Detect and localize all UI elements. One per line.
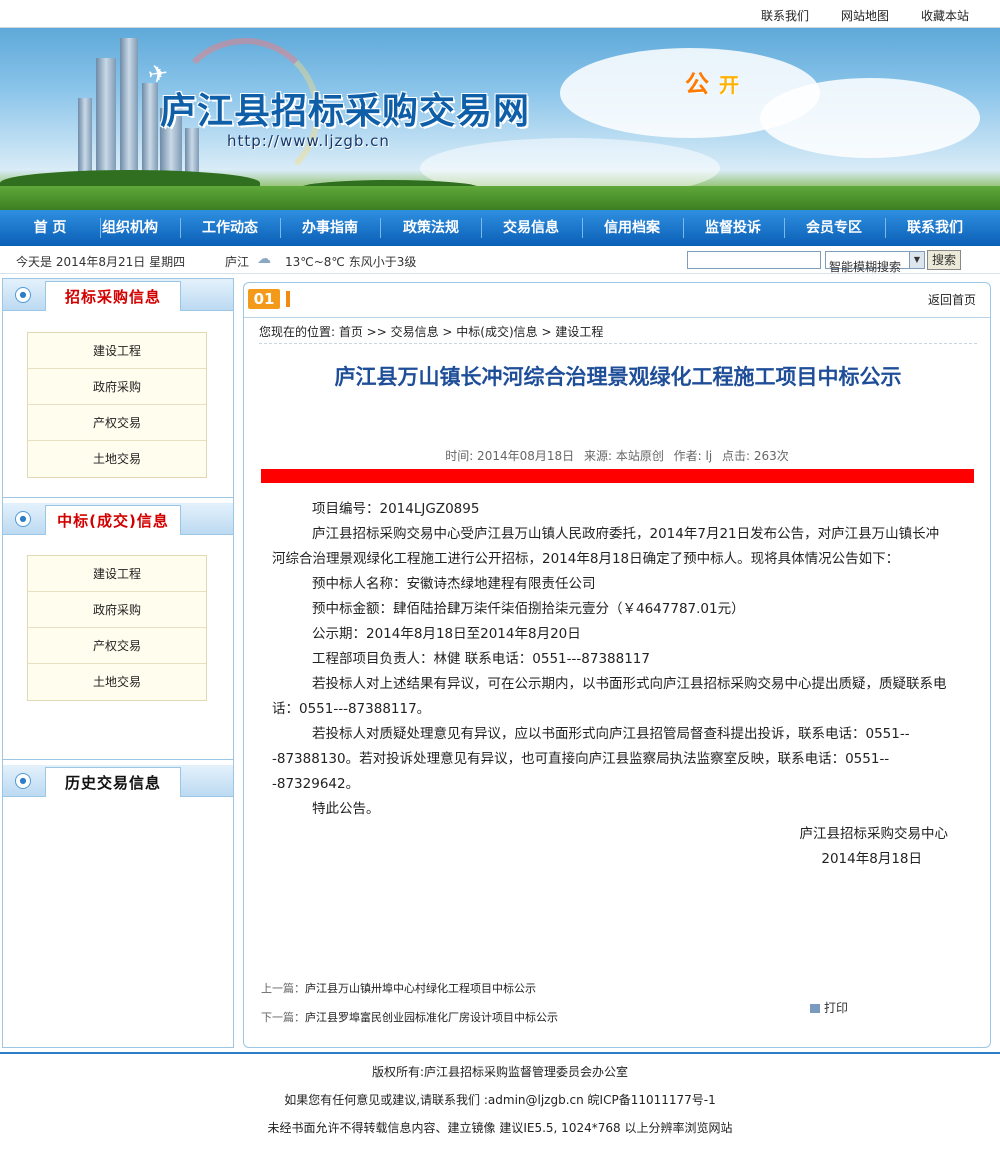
print-button[interactable]: 打印 [810,999,848,1016]
nav-policy[interactable]: 政策法规 [381,210,481,246]
main-nav: 首 页 组织机构 工作动态 办事指南 政策法规 交易信息 信用档案 监督投诉 会… [0,210,1000,246]
sidebar-box-header: ● 历史交易信息 [3,765,233,797]
slogan-sub: 开 [719,73,739,97]
article-paragraph: 若投标人对质疑处理意见有异议，应以书面形式向庐江县招管局督查科提出投诉，联系电话… [272,726,910,792]
chevron-down-icon: ▼ [909,252,924,268]
article-paragraph: 若投标人对上述结果有异议，可在公示期内，以书面形式向庐江县招标采购交易中心提出质… [272,676,947,717]
site-url: http://www.ljzgb.cn [227,132,390,150]
article-paragraph: 项目编号：2014LJGZ0895 [312,501,480,517]
building-graphic [120,38,138,188]
article-paragraph: 预中标人名称：安徽诗杰绿地建程有限责任公司 [312,576,596,592]
nav-guide[interactable]: 办事指南 [280,210,380,246]
article-paragraph: 庐江县招标采购交易中心受庐江县万山镇人民政府委托，2014年7月21日发布公告，… [272,526,940,567]
footer-contact: 如果您有任何意见或建议,请联系我们 :admin@ljzgb.cn 皖ICP备1… [284,1093,716,1107]
article-paragraph: 预中标金额：肆佰陆拾肆万柒仟柒佰捌拾柒元壹分（￥4647787.01元） [312,601,745,617]
nav-trade-info[interactable]: 交易信息 [481,210,581,246]
sidebar-item-land-trade[interactable]: 土地交易 [28,664,206,700]
sidebar-item-land-trade[interactable]: 土地交易 [28,441,206,477]
sidebar-list: 建设工程 政府采购 产权交易 土地交易 [27,555,207,701]
meta-time: 时间: 2014年08月18日 [445,449,575,463]
footer: 版权所有:庐江县招标采购监督管理委员会办公室 如果您有任何意见或建议,请联系我们… [0,1058,1000,1142]
nav-contact[interactable]: 联系我们 [885,210,985,246]
article-paragraph: 工程部项目负责人：林健 联系电话：0551---87388117 [312,651,650,667]
circle-arrow-icon: ● [15,511,31,527]
sidebar-divider [3,497,233,498]
cloud-icon: ☁ [257,251,271,267]
search-button[interactable]: 搜索 [927,250,961,270]
section-number-badge: 01 [248,289,280,309]
panel-divider [244,317,990,318]
contact-us-link[interactable]: 联系我们 [761,7,809,24]
sidebar-divider [3,759,233,760]
sidebar-item-property-trade[interactable]: 产权交易 [28,405,206,441]
sidebar-box-header: ● 中标(成交)信息 [3,503,233,535]
sidebar-box-title: 招标采购信息 [45,281,181,311]
slogan-main: 公 [685,70,709,98]
badge-accent [286,291,290,307]
site-map-link[interactable]: 网站地图 [841,7,889,24]
back-home-link[interactable]: 返回首页 [928,291,976,308]
footer-notice: 未经书面允许不得转载信息内容、建立镜像 建议IE5.5, 1024*768 以上… [267,1121,733,1135]
footer-copyright: 版权所有:庐江县招标采购监督管理委员会办公室 [371,1065,629,1079]
sidebar-item-construction[interactable]: 建设工程 [28,556,206,592]
circle-arrow-icon: ● [15,287,31,303]
cloud-decoration [760,78,980,158]
article-panel: 01 返回首页 您现在的位置: 首页 >> 交易信息 > 中标(成交)信息 > … [243,282,991,1048]
site-title: 庐江县招标采购交易网 [160,90,531,132]
sidebar-box-title: 中标(成交)信息 [45,505,181,535]
printer-icon [810,1004,820,1013]
breadcrumb-divider [259,343,977,344]
building-graphic [96,58,116,188]
sidebar-list: 建设工程 政府采购 产权交易 土地交易 [27,332,207,478]
article-paragraph: 公示期：2014年8月18日至2014年8月20日 [312,626,581,642]
meta-author: 作者: lj [673,449,713,463]
red-divider-bar [261,469,974,483]
sidebar-item-gov-procurement[interactable]: 政府采购 [28,369,206,405]
nav-supervision[interactable]: 监督投诉 [683,210,783,246]
bookmark-link[interactable]: 收藏本站 [921,7,969,24]
info-bar: 今天是 2014年8月21日 星期四 庐江 ☁ 13℃~8℃ 东风小于3级 智能… [0,246,1000,274]
article-body: 项目编号：2014LJGZ0895 庐江县招标采购交易中心受庐江县万山镇人民政府… [272,497,950,872]
next-label: 下一篇： [261,1011,305,1024]
sidebar-item-gov-procurement[interactable]: 政府采购 [28,592,206,628]
sidebar-item-property-trade[interactable]: 产权交易 [28,628,206,664]
meta-clicks: 点击: 263次 [722,449,789,463]
prev-article-link[interactable]: 上一篇：庐江县万山镇卅埠中心村绿化工程项目中标公示 [261,980,536,996]
search-mode-select[interactable]: 智能模糊搜索 ▼ [825,251,925,274]
circle-arrow-icon: ● [15,773,31,789]
next-article-link[interactable]: 下一篇：庐江县罗埠富民创业园标准化厂房设计项目中标公示 [261,1009,558,1025]
sidebar-item-construction[interactable]: 建设工程 [28,333,206,369]
left-sidebar: ● 招标采购信息 建设工程 政府采购 产权交易 土地交易 ● 中标(成交)信息 … [2,278,234,1048]
print-label: 打印 [824,1001,849,1015]
prev-label: 上一篇： [261,982,305,995]
article-paragraph: 特此公告。 [312,801,380,817]
slogan: 公开 [685,64,739,99]
current-date: 今天是 2014年8月21日 星期四 [16,255,186,269]
search-mode-value: 智能模糊搜索 [829,260,902,274]
grass-decoration [0,186,1000,210]
article-sign-date: 2014年8月18日 [821,851,922,867]
nav-members[interactable]: 会员专区 [784,210,884,246]
breadcrumb[interactable]: 您现在的位置: 首页 >> 交易信息 > 中标(成交)信息 > 建设工程 [259,323,603,340]
footer-divider [0,1052,1000,1054]
top-links-bar: 联系我们 网站地图 收藏本站 [0,0,1000,28]
meta-source: 来源: 本站原创 [583,449,664,463]
weather-city: 庐江 [225,255,250,269]
nav-credit[interactable]: 信用档案 [582,210,682,246]
header-banner: ✈ 庐江县招标采购交易网 http://www.ljzgb.cn 公开 [0,28,1000,210]
next-title[interactable]: 庐江县罗埠富民创业园标准化厂房设计项目中标公示 [305,1011,558,1024]
nav-work-news[interactable]: 工作动态 [180,210,280,246]
search-input[interactable] [687,251,821,269]
article-meta: 时间: 2014年08月18日 来源: 本站原创 作者: lj 点击: 263次 [244,447,990,464]
sidebar-box-title: 历史交易信息 [45,767,181,797]
weather-text: 13℃~8℃ 东风小于3级 [285,255,417,269]
article-signature: 庐江县招标采购交易中心 [799,826,949,842]
prev-title[interactable]: 庐江县万山镇卅埠中心村绿化工程项目中标公示 [305,982,536,995]
nav-organization[interactable]: 组织机构 [80,210,180,246]
article-title: 庐江县万山镇长冲河综合治理景观绿化工程施工项目中标公示 [334,364,902,389]
sidebar-box-header: ● 招标采购信息 [3,279,233,311]
